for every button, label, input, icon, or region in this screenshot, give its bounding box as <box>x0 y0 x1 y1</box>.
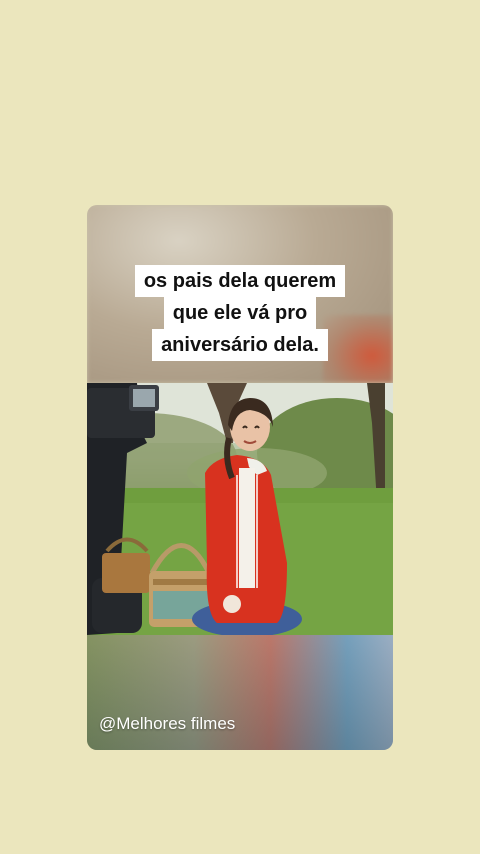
movie-scene-image <box>87 383 393 635</box>
caption-line-1: os pais dela querem <box>134 265 346 297</box>
caption-line-3: aniversário dela. <box>152 329 328 361</box>
channel-watermark: @Melhores filmes <box>99 714 236 733</box>
video-card[interactable]: os pais dela querem que ele vá pro anive… <box>87 205 393 750</box>
subtitle-caption: os pais dela querem que ele vá pro anive… <box>87 265 393 361</box>
video-frame[interactable] <box>87 383 393 635</box>
caption-line-2: que ele vá pro <box>163 297 317 329</box>
